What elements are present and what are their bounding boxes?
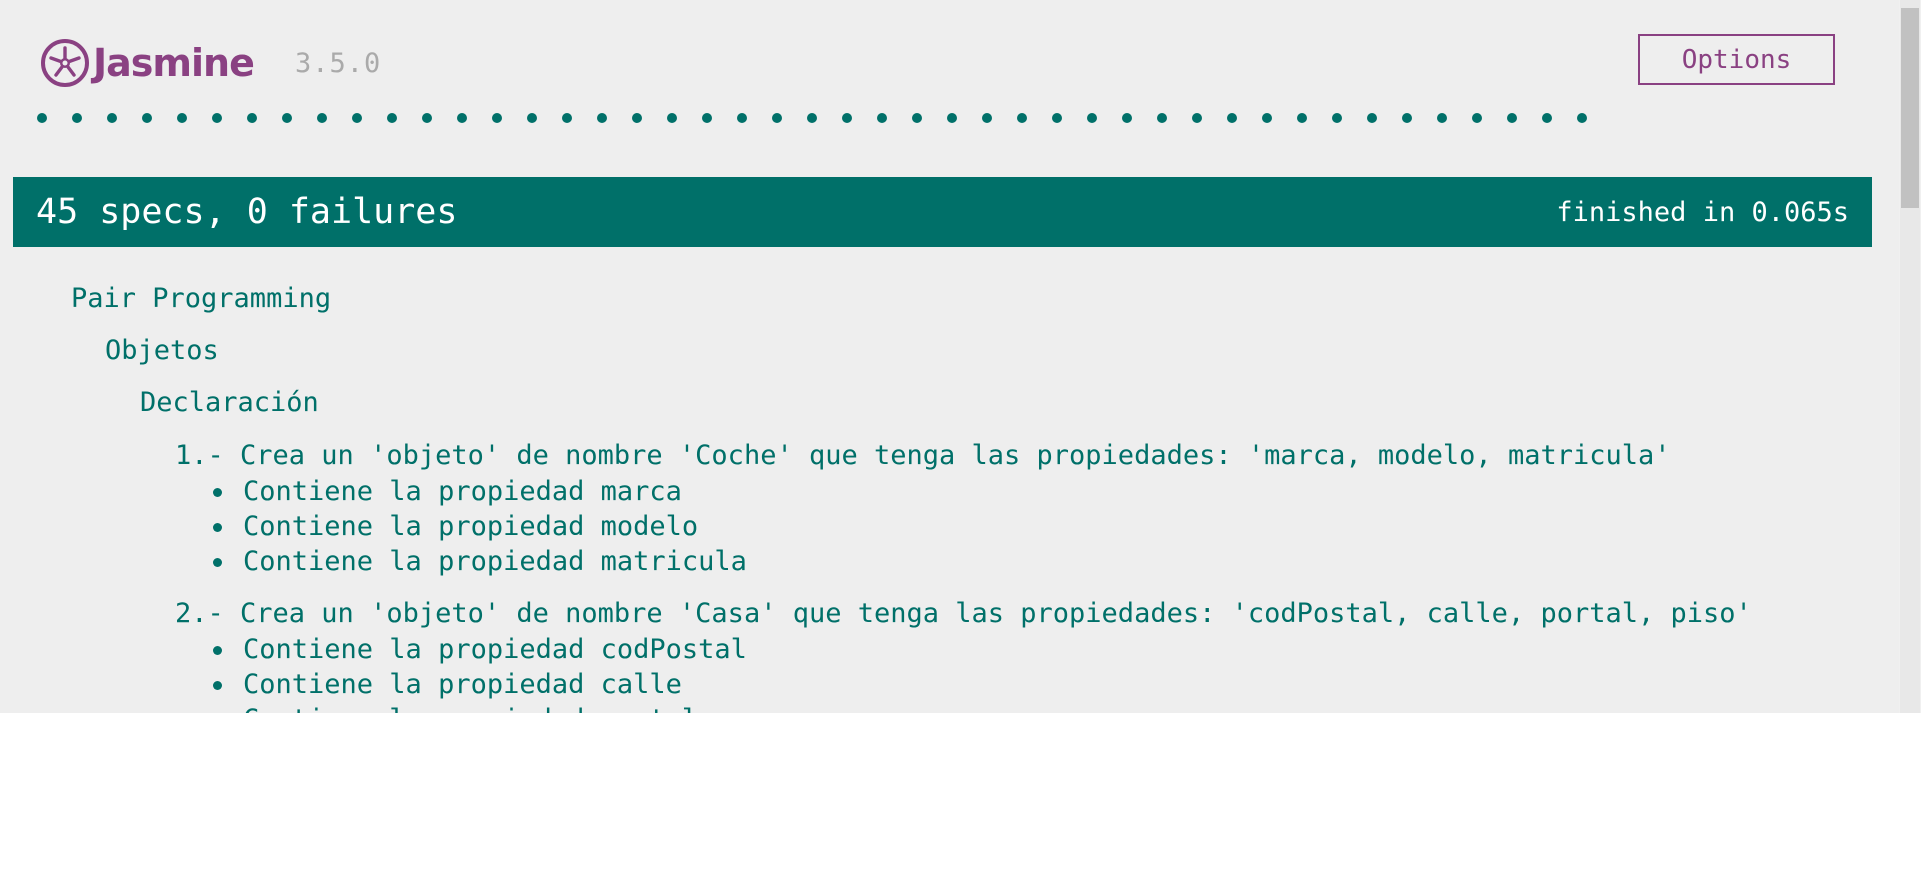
passed-spec-symbol[interactable] (1192, 113, 1202, 123)
passed-spec-symbol[interactable] (597, 113, 607, 123)
spec-item: Contiene la propiedad portal (213, 702, 747, 713)
passed-spec-symbol[interactable] (1087, 113, 1097, 123)
passed-spec-symbol[interactable] (702, 113, 712, 123)
passed-spec-symbol[interactable] (1577, 113, 1587, 123)
alert-bar-passed: 45 specs, 0 failures finished in 0.065s (13, 177, 1872, 247)
suite-title-declaracion[interactable]: Declaración (140, 387, 319, 418)
passed-spec-symbol[interactable] (1402, 113, 1412, 123)
spec-link[interactable]: Contiene la propiedad codPostal (243, 634, 747, 665)
spec-link[interactable]: Contiene la propiedad calle (243, 669, 682, 700)
suite-title-pair-programming[interactable]: Pair Programming (71, 283, 331, 314)
passed-spec-symbol[interactable] (1227, 113, 1237, 123)
passed-spec-symbol[interactable] (387, 113, 397, 123)
passed-spec-symbol[interactable] (457, 113, 467, 123)
passed-spec-symbol[interactable] (1507, 113, 1517, 123)
bullet-icon (213, 646, 222, 655)
passed-spec-symbol[interactable] (1472, 113, 1482, 123)
bullet-icon (213, 681, 222, 690)
passed-spec-symbol[interactable] (947, 113, 957, 123)
duration: finished in 0.065s (1556, 196, 1849, 228)
passed-spec-symbol[interactable] (1332, 113, 1342, 123)
passed-spec-symbol[interactable] (527, 113, 537, 123)
passed-spec-symbol[interactable] (72, 113, 82, 123)
passed-spec-symbol[interactable] (1157, 113, 1167, 123)
passed-spec-symbol[interactable] (982, 113, 992, 123)
passed-spec-symbol[interactable] (107, 113, 117, 123)
overall-result[interactable]: 45 specs, 0 failures (36, 192, 457, 232)
passed-spec-symbol[interactable] (1437, 113, 1447, 123)
passed-spec-symbol[interactable] (317, 113, 327, 123)
passed-spec-symbol[interactable] (37, 113, 47, 123)
symbol-summary (37, 113, 1612, 127)
spec-item: Contiene la propiedad matricula (213, 544, 747, 579)
spec-list-casa: Contiene la propiedad codPostal Contiene… (213, 632, 747, 713)
spec-link[interactable]: Contiene la propiedad portal (243, 704, 698, 713)
passed-spec-symbol[interactable] (177, 113, 187, 123)
passed-spec-symbol[interactable] (1297, 113, 1307, 123)
passed-spec-symbol[interactable] (212, 113, 222, 123)
spec-link[interactable]: Contiene la propiedad matricula (243, 546, 747, 577)
passed-spec-symbol[interactable] (562, 113, 572, 123)
passed-spec-symbol[interactable] (282, 113, 292, 123)
suite-title-objetos[interactable]: Objetos (105, 335, 219, 366)
passed-spec-symbol[interactable] (842, 113, 852, 123)
spec-item: Contiene la propiedad codPostal (213, 632, 747, 667)
bullet-icon (213, 488, 222, 497)
passed-spec-symbol[interactable] (1052, 113, 1062, 123)
spec-list-coche: Contiene la propiedad marca Contiene la … (213, 474, 747, 579)
passed-spec-symbol[interactable] (247, 113, 257, 123)
passed-spec-symbol[interactable] (1122, 113, 1132, 123)
suite-title-coche[interactable]: 1.- Crea un 'objeto' de nombre 'Coche' q… (175, 440, 1671, 471)
spec-link[interactable]: Contiene la propiedad modelo (243, 511, 698, 542)
banner: Jasmine 3.5.0 Options (0, 0, 1884, 170)
spec-item: Contiene la propiedad modelo (213, 509, 747, 544)
passed-spec-symbol[interactable] (912, 113, 922, 123)
passed-spec-symbol[interactable] (1367, 113, 1377, 123)
bullet-icon (213, 523, 222, 532)
passed-spec-symbol[interactable] (1542, 113, 1552, 123)
logo-text: Jasmine (93, 41, 255, 85)
options-button[interactable]: Options (1638, 34, 1835, 85)
passed-spec-symbol[interactable] (807, 113, 817, 123)
jasmine-reporter: Jasmine 3.5.0 Options 45 specs, 0 failur… (0, 0, 1899, 713)
passed-spec-symbol[interactable] (142, 113, 152, 123)
jasmine-logo[interactable]: Jasmine (40, 38, 255, 88)
bullet-icon (213, 558, 222, 567)
scrollbar-thumb[interactable] (1901, 8, 1919, 208)
spec-item: Contiene la propiedad marca (213, 474, 747, 509)
vertical-scrollbar[interactable] (1899, 0, 1921, 713)
passed-spec-symbol[interactable] (737, 113, 747, 123)
passed-spec-symbol[interactable] (1262, 113, 1272, 123)
passed-spec-symbol[interactable] (667, 113, 677, 123)
passed-spec-symbol[interactable] (772, 113, 782, 123)
passed-spec-symbol[interactable] (877, 113, 887, 123)
passed-spec-symbol[interactable] (422, 113, 432, 123)
passed-spec-symbol[interactable] (1017, 113, 1027, 123)
suite-title-casa[interactable]: 2.- Crea un 'objeto' de nombre 'Casa' qu… (175, 598, 1752, 629)
spec-link[interactable]: Contiene la propiedad marca (243, 476, 682, 507)
passed-spec-symbol[interactable] (492, 113, 502, 123)
passed-spec-symbol[interactable] (352, 113, 362, 123)
spec-item: Contiene la propiedad calle (213, 667, 747, 702)
passed-spec-symbol[interactable] (632, 113, 642, 123)
jasmine-flower-icon (41, 39, 89, 87)
version-label: 3.5.0 (295, 48, 382, 79)
